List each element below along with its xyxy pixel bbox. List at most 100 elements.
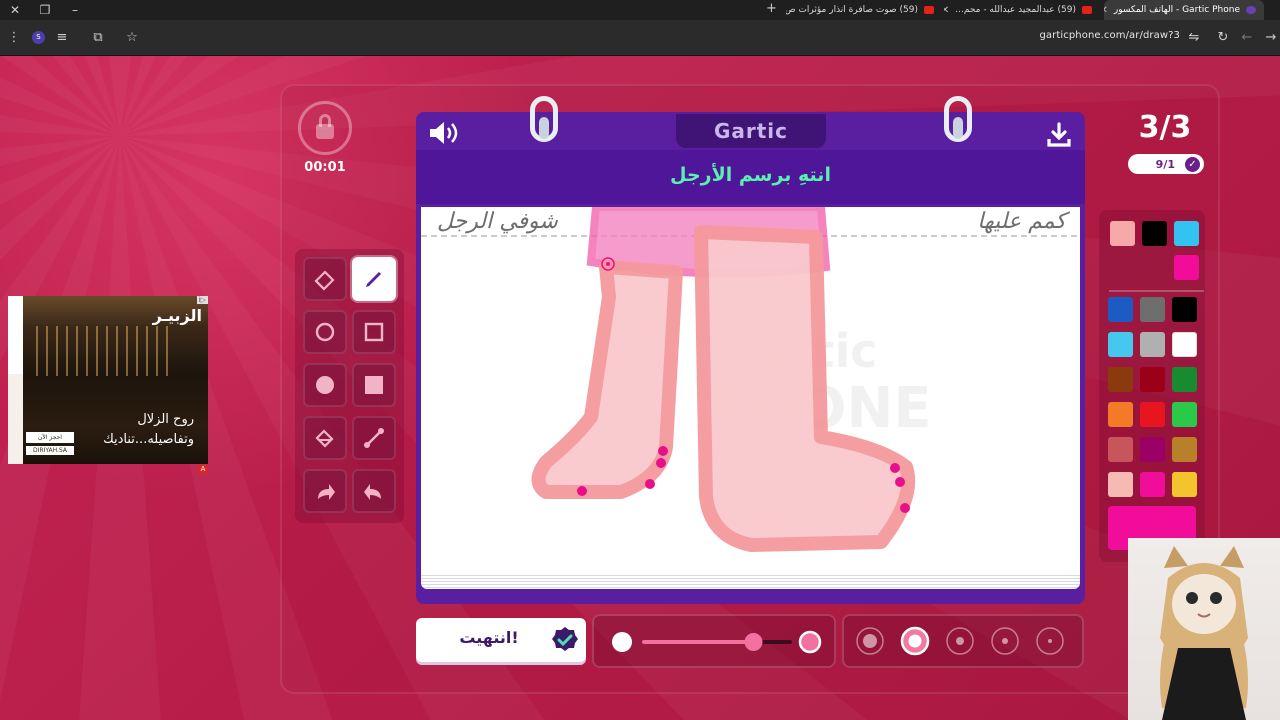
handwriting-left: شوفي الرجل <box>437 209 558 234</box>
palette-color-swatch[interactable] <box>1140 332 1165 357</box>
palette-color-swatch[interactable] <box>1108 367 1133 392</box>
tune-icon[interactable]: ≡ <box>54 30 70 46</box>
ad-brand: الزبيـر <box>152 306 202 325</box>
palette-color-swatch[interactable] <box>1172 297 1197 322</box>
back-icon[interactable]: ← <box>1239 30 1255 46</box>
url-field[interactable]: garticphone.com/ar/draw?3 <box>1039 30 1180 41</box>
players-done-count: 9/1 <box>1155 157 1175 171</box>
eraser-tool[interactable] <box>303 257 347 301</box>
palette-color-swatch[interactable] <box>1172 367 1197 392</box>
forward-icon[interactable]: → <box>1263 30 1279 46</box>
restore-window-icon[interactable]: ❐ <box>35 1 55 19</box>
address-bar-row: ⋮ ≡ ⧉ ☆ garticphone.com/ar/draw?3 ⇋ ↻ ← … <box>0 20 1280 56</box>
ad-cta[interactable]: احجز الآن <box>26 432 74 443</box>
profile-badge[interactable]: S <box>32 31 45 44</box>
ad-choices-icon[interactable]: i▷ <box>196 296 208 304</box>
close-tab-icon[interactable]: ✕ <box>1104 5 1108 16</box>
binder-ring-left-icon <box>530 96 558 142</box>
palette-color-swatch[interactable] <box>1140 402 1165 427</box>
recent-color-swatch[interactable] <box>1174 221 1199 246</box>
webcam-overlay <box>1128 538 1280 720</box>
recent-color-swatch[interactable] <box>1174 255 1199 280</box>
handwriting-right: كمم عليها <box>977 209 1066 234</box>
lock-timer-icon <box>298 101 352 155</box>
opacity-min-icon <box>612 632 632 652</box>
browser-tab-bar: ✕ ❐ – Gartic Phone - الهاتف المكسور ✕ (5… <box>0 0 1280 20</box>
rectangle-filled-tool[interactable] <box>352 363 396 407</box>
undo-tool[interactable] <box>352 469 396 513</box>
webcam-cat-image <box>1160 546 1248 720</box>
advertisement[interactable]: الزبيـر روح الزلال وتفاصيله...تناديك احج… <box>8 296 208 474</box>
palette-color-swatch[interactable] <box>1172 472 1197 497</box>
close-window-icon[interactable]: ✕ <box>5 1 25 19</box>
menu-dots-icon[interactable]: ⋮ <box>6 30 22 46</box>
palette-divider <box>1109 290 1204 292</box>
palette-color-swatch[interactable] <box>1140 367 1165 392</box>
youtube-favicon-icon <box>1082 6 1092 14</box>
line-tool[interactable] <box>352 416 396 460</box>
check-circle-icon: ✓ <box>1185 156 1200 172</box>
youtube-favicon-icon <box>924 6 934 14</box>
ellipse-filled-tool[interactable] <box>303 363 347 407</box>
opacity-slider-handle[interactable] <box>744 633 763 651</box>
pen-tool[interactable] <box>352 257 396 301</box>
palette-color-swatch[interactable] <box>1108 332 1133 357</box>
recent-color-swatch[interactable] <box>1110 221 1135 246</box>
palette-color-swatch[interactable] <box>1108 402 1133 427</box>
download-icon[interactable] <box>1046 122 1072 148</box>
brush-size-dot <box>1048 639 1052 643</box>
gartic-favicon-icon <box>1246 6 1256 14</box>
tool-panel <box>295 249 404 523</box>
ad-site: DIRIYAH.SA <box>26 446 74 455</box>
redo-icon <box>318 484 335 500</box>
tab-gartic-phone[interactable]: Gartic Phone - الهاتف المكسور ✕ <box>1104 0 1264 20</box>
palette-color-swatch[interactable] <box>1172 437 1197 462</box>
minimize-window-icon[interactable]: – <box>65 1 85 19</box>
drawing-canvas[interactable]: Gartic PHONE كمم عليها شوفي الرجل <box>421 203 1080 577</box>
brush-size-selector <box>856 626 1064 656</box>
drawing-artwork: Gartic PHONE <box>421 203 1080 552</box>
opacity-max-icon <box>798 630 822 654</box>
notebook-pages <box>421 573 1080 589</box>
extensions-icon[interactable]: ⧉ <box>90 30 106 46</box>
palette-color-swatch[interactable] <box>1140 437 1165 462</box>
tab-youtube-1[interactable]: (59) عبدالمجيد عبدالله - محم... ✕ <box>944 0 1100 20</box>
circle-filled-icon <box>316 376 334 394</box>
brush-size-box <box>842 614 1084 668</box>
close-tab-icon[interactable]: ✕ <box>944 5 949 16</box>
palette-color-swatch[interactable] <box>1108 437 1133 462</box>
site-settings-icon[interactable]: ⇋ <box>1186 30 1202 46</box>
new-tab-button[interactable]: + <box>766 1 777 16</box>
timer: 00:01 <box>304 160 346 175</box>
palette-color-swatch[interactable] <box>1140 297 1165 322</box>
ellipse-outline-tool[interactable] <box>303 310 347 354</box>
brush-size-dot <box>956 637 964 645</box>
palette-color-swatch[interactable] <box>1172 402 1197 427</box>
tab-youtube-2[interactable]: (59) صوت صافرة انذار مؤثرات ص... ✕ <box>786 0 942 20</box>
brush-size-dot <box>863 634 877 648</box>
brush-size-dot <box>908 634 922 648</box>
bookmark-star-icon[interactable]: ☆ <box>124 30 140 46</box>
speaker-icon[interactable] <box>428 120 462 146</box>
binder-ring-right-icon <box>944 96 972 142</box>
palette-color-swatch[interactable] <box>1140 472 1165 497</box>
palette-color-swatch[interactable] <box>1108 297 1133 322</box>
reload-icon[interactable]: ↻ <box>1215 30 1231 46</box>
fill-bucket-tool[interactable] <box>303 416 347 460</box>
circle-outline-icon <box>315 322 335 342</box>
square-outline-icon <box>364 322 384 342</box>
done-button[interactable]: انتهيت! <box>416 618 586 662</box>
brush-size-dot <box>1002 638 1008 644</box>
ad-headline-2: وتفاصيله...تناديك <box>103 432 194 447</box>
undo-icon <box>364 484 381 500</box>
rectangle-outline-tool[interactable] <box>352 310 396 354</box>
palette-color-swatch[interactable] <box>1172 332 1197 357</box>
gartic-logo: Gartic <box>676 114 826 148</box>
round-counter: 3/3 <box>1138 110 1192 145</box>
eraser-icon <box>314 270 335 291</box>
ad-badge: A <box>198 464 208 474</box>
opacity-slider[interactable] <box>594 616 834 666</box>
palette-color-swatch[interactable] <box>1108 472 1133 497</box>
recent-color-swatch[interactable] <box>1142 221 1167 246</box>
redo-tool[interactable] <box>303 469 347 513</box>
